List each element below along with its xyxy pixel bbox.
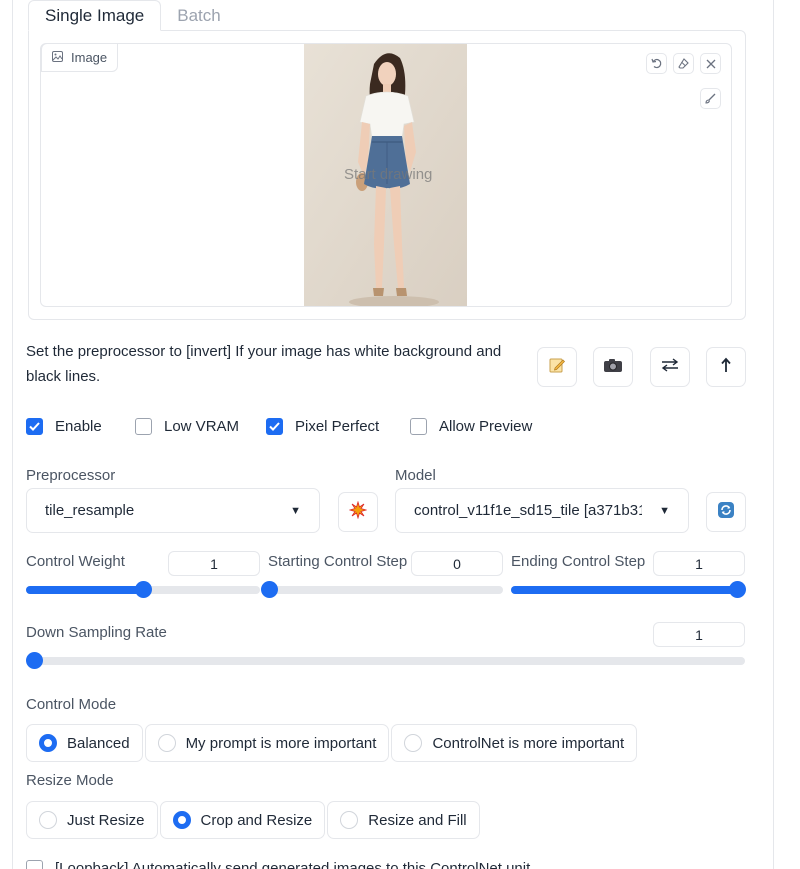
resize-mode-resize-and-fill[interactable]: Resize and Fill — [327, 801, 480, 839]
starting-step-slider[interactable] — [261, 581, 503, 598]
model-select[interactable]: control_v11f1e_sd15_tile [a371b31I ▼ — [395, 488, 689, 533]
radio-empty-icon — [39, 811, 57, 829]
radio-selected-icon — [172, 811, 191, 829]
allow-preview-checkbox[interactable]: Allow Preview — [410, 418, 532, 435]
ending-step-label: Ending Control Step — [511, 553, 646, 570]
radio-label: My prompt is more important — [185, 734, 377, 752]
radio-label: Balanced — [67, 734, 130, 752]
resize-mode-crop-and-resize[interactable]: Crop and Resize — [159, 801, 326, 839]
radio-empty-icon — [404, 734, 423, 752]
low-vram-label: Low VRAM — [164, 418, 240, 435]
pixel-perfect-label: Pixel Perfect — [295, 418, 380, 435]
down-sampling-label: Down Sampling Rate — [26, 624, 167, 641]
control-mode-prompt[interactable]: My prompt is more important — [144, 724, 390, 762]
refresh-models-button[interactable] — [706, 492, 746, 532]
down-sampling-slider[interactable] — [26, 652, 745, 669]
checkbox-checked-icon — [266, 418, 283, 435]
checkbox-empty-icon — [26, 860, 43, 869]
undo-icon[interactable] — [646, 53, 667, 74]
image-label-badge: Image — [41, 43, 119, 72]
control-mode-controlnet[interactable]: ControlNet is more important — [391, 724, 638, 762]
control-weight-input[interactable]: 1 — [168, 551, 260, 576]
camera-button[interactable] — [593, 347, 633, 387]
edit-icon — [548, 356, 566, 379]
preprocessor-label: Preprocessor — [26, 467, 116, 484]
preprocessor-hint: Set the preprocessor to [invert] If your… — [26, 343, 502, 385]
low-vram-checkbox[interactable]: Low VRAM — [135, 418, 239, 435]
chevron-down-icon: ▼ — [290, 504, 301, 517]
loopback-label: [Loopback] Automatically send generated … — [55, 860, 531, 869]
camera-icon — [603, 357, 623, 378]
resize-mode-label: Resize Mode — [26, 772, 114, 789]
send-up-icon — [719, 357, 733, 378]
close-icon[interactable] — [700, 53, 721, 74]
tab-batch[interactable]: Batch — [161, 0, 236, 31]
brush-icon[interactable] — [700, 88, 721, 109]
enable-label: Enable — [55, 418, 102, 435]
slider-handle[interactable] — [729, 581, 746, 598]
radio-selected-icon — [39, 734, 57, 752]
starting-step-input[interactable]: 0 — [411, 551, 503, 576]
radio-empty-icon — [340, 811, 359, 829]
slider-handle[interactable] — [26, 652, 43, 669]
starting-step-label: Starting Control Step — [268, 553, 408, 570]
model-value: control_v11f1e_sd15_tile [a371b31I — [414, 502, 642, 519]
control-mode-balanced[interactable]: Balanced — [26, 724, 143, 762]
slider-handle[interactable] — [135, 581, 152, 598]
radio-empty-icon — [157, 734, 176, 752]
radio-label: Just Resize — [67, 811, 145, 829]
control-mode-group: Balanced My prompt is more important Con… — [26, 724, 638, 762]
loopback-checkbox[interactable]: [Loopback] Automatically send generated … — [26, 860, 530, 869]
checkbox-empty-icon — [410, 418, 427, 435]
swap-button[interactable] — [650, 347, 690, 387]
image-label-text: Image — [71, 50, 108, 65]
preprocessor-select[interactable]: tile_resample ▼ — [26, 488, 320, 533]
radio-label: Crop and Resize — [200, 811, 313, 829]
checkbox-empty-icon — [135, 418, 152, 435]
canvas-hint: Start drawing — [344, 166, 433, 183]
refresh-icon — [717, 501, 735, 524]
control-weight-label: Control Weight — [26, 553, 125, 570]
eraser-icon[interactable] — [673, 53, 694, 74]
run-preprocessor-button[interactable] — [338, 492, 378, 532]
edit-button[interactable] — [537, 347, 577, 387]
ending-step-slider[interactable] — [511, 581, 746, 598]
allow-preview-label: Allow Preview — [439, 418, 533, 435]
chevron-down-icon: ▼ — [659, 504, 670, 517]
pixel-perfect-checkbox[interactable]: Pixel Perfect — [266, 418, 379, 435]
tab-single-image[interactable]: Single Image — [28, 0, 162, 31]
explosion-icon — [348, 500, 368, 524]
radio-label: Resize and Fill — [368, 811, 467, 829]
image-tabs: Single Image Batch — [28, 0, 237, 31]
image-icon — [52, 50, 63, 65]
swap-icon — [661, 357, 679, 377]
ending-step-input[interactable]: 1 — [653, 551, 745, 576]
resize-mode-just-resize[interactable]: Just Resize — [26, 801, 158, 839]
preprocessor-value: tile_resample — [45, 502, 135, 519]
radio-label: ControlNet is more important — [432, 734, 625, 752]
model-label: Model — [395, 467, 436, 484]
enable-checkbox[interactable]: Enable — [26, 418, 102, 435]
down-sampling-input[interactable]: 1 — [653, 622, 745, 647]
control-mode-label: Control Mode — [26, 696, 117, 713]
checkbox-checked-icon — [26, 418, 43, 435]
control-weight-slider[interactable] — [26, 581, 260, 598]
slider-handle[interactable] — [261, 581, 278, 598]
resize-mode-group: Just Resize Crop and Resize Resize and F… — [26, 801, 480, 839]
send-up-button[interactable] — [706, 347, 746, 387]
